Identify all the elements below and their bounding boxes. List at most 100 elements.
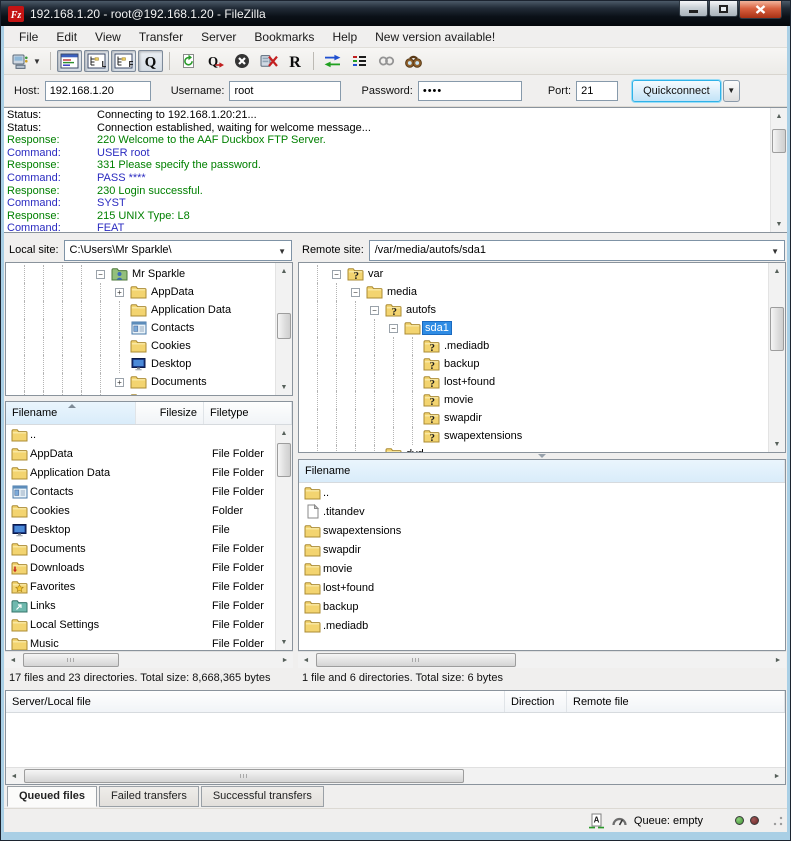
menu-item-view[interactable]: View xyxy=(86,28,130,46)
column-filesize[interactable]: Filesize xyxy=(136,402,204,424)
file-row-backup[interactable]: backup xyxy=(299,597,785,616)
scroll-track[interactable] xyxy=(769,279,785,436)
tree-item-appdata[interactable]: +AppData xyxy=(7,283,275,301)
close-button[interactable] xyxy=(739,1,782,19)
scroll-left-icon[interactable]: ◄ xyxy=(5,652,21,668)
scroll-track[interactable] xyxy=(771,124,787,216)
menu-item-help[interactable]: Help xyxy=(323,28,366,46)
file-row-item[interactable]: .. xyxy=(6,425,275,444)
queue-column-remote-file[interactable]: Remote file xyxy=(567,691,785,712)
maximize-button[interactable] xyxy=(709,1,738,17)
tree-item-mediadb[interactable]: ?.mediadb xyxy=(300,337,768,355)
scroll-down-icon[interactable]: ▼ xyxy=(771,216,787,232)
remote-tree-scrollbar[interactable]: ▲ ▼ xyxy=(768,263,785,452)
toggle-message-log-button[interactable] xyxy=(57,50,82,72)
refresh-button[interactable] xyxy=(176,50,201,72)
local-tree-scrollbar[interactable]: ▲ ▼ xyxy=(275,263,292,395)
chevron-down-icon[interactable]: ▼ xyxy=(771,247,779,256)
file-row-local-settings[interactable]: Local SettingsFile Folder xyxy=(6,615,275,634)
file-row-desktop[interactable]: DesktopFile xyxy=(6,520,275,539)
scroll-track[interactable] xyxy=(21,652,277,668)
tree-item-application-data[interactable]: Application Data xyxy=(7,301,275,319)
password-input[interactable] xyxy=(418,81,522,101)
scroll-right-icon[interactable]: ► xyxy=(277,652,293,668)
file-row-mediadb[interactable]: .mediadb xyxy=(299,616,785,635)
chevron-down-icon[interactable]: ▼ xyxy=(33,57,41,66)
collapse-icon[interactable]: − xyxy=(370,306,379,315)
menu-item-transfer[interactable]: Transfer xyxy=(130,28,192,46)
queue-column-server-local-file[interactable]: Server/Local file xyxy=(6,691,505,712)
file-row-swapextensions[interactable]: swapextensions xyxy=(299,521,785,540)
tree-item-media[interactable]: −media xyxy=(300,283,768,301)
scroll-up-icon[interactable]: ▲ xyxy=(771,108,787,124)
speed-limit-icon[interactable] xyxy=(611,813,628,829)
quickconnect-dropdown[interactable]: ▼ xyxy=(723,80,740,102)
tree-item-swapextensions[interactable]: ?swapextensions xyxy=(300,427,768,445)
menu-item-file[interactable]: File xyxy=(10,28,47,46)
scroll-down-icon[interactable]: ▼ xyxy=(276,634,292,650)
transfer-type-icon[interactable]: A xyxy=(588,813,605,829)
scroll-thumb[interactable] xyxy=(316,653,516,667)
scroll-down-icon[interactable]: ▼ xyxy=(276,379,292,395)
scroll-track[interactable] xyxy=(22,768,769,784)
toggle-queue-button[interactable]: Q xyxy=(138,50,163,72)
queue-column-direction[interactable]: Direction xyxy=(505,691,567,712)
site-manager-button[interactable]: ▼ xyxy=(8,50,44,72)
scroll-thumb[interactable] xyxy=(770,307,784,351)
tree-item-mr-sparkle[interactable]: −Mr Sparkle xyxy=(7,265,275,283)
tree-item-lost-found[interactable]: ?lost+found xyxy=(300,373,768,391)
menu-item-new-version-available[interactable]: New version available! xyxy=(366,28,504,46)
expand-icon[interactable]: + xyxy=(115,378,124,387)
file-row-downloads[interactable]: DownloadsFile Folder xyxy=(6,558,275,577)
file-row-documents[interactable]: DocumentsFile Folder xyxy=(6,539,275,558)
minimize-button[interactable] xyxy=(679,1,708,17)
message-log-scrollbar[interactable]: ▲ ▼ xyxy=(770,108,787,232)
scroll-right-icon[interactable]: ► xyxy=(770,652,786,668)
file-row-titandev[interactable]: .titandev xyxy=(299,502,785,521)
scroll-thumb[interactable] xyxy=(23,653,119,667)
scroll-left-icon[interactable]: ◄ xyxy=(6,768,22,784)
collapse-icon[interactable]: − xyxy=(96,270,105,279)
tab-failed-transfers[interactable]: Failed transfers xyxy=(99,786,199,807)
tree-item-downloads[interactable]: +Downloads xyxy=(7,391,275,395)
menu-item-edit[interactable]: Edit xyxy=(47,28,86,46)
reconnect-button[interactable]: R xyxy=(283,50,307,72)
scroll-up-icon[interactable]: ▲ xyxy=(276,263,292,279)
column-filetype[interactable]: Filetype xyxy=(204,402,292,424)
disconnect-button[interactable] xyxy=(256,50,281,72)
scroll-down-icon[interactable]: ▼ xyxy=(769,436,785,452)
collapse-icon[interactable]: − xyxy=(351,288,360,297)
remote-site-combo[interactable]: /var/media/autofs/sda1 ▼ xyxy=(369,240,785,261)
file-row-links[interactable]: LinksFile Folder xyxy=(6,596,275,615)
collapse-icon[interactable]: − xyxy=(332,270,341,279)
column-filename[interactable]: Filename xyxy=(6,402,136,424)
tree-item-autofs[interactable]: −?autofs xyxy=(300,301,768,319)
quickconnect-button[interactable]: Quickconnect xyxy=(632,80,721,102)
resize-grip[interactable] xyxy=(773,816,783,826)
tree-item-cookies[interactable]: Cookies xyxy=(7,337,275,355)
scroll-right-icon[interactable]: ► xyxy=(769,768,785,784)
column-filename[interactable]: Filename xyxy=(299,460,785,482)
tree-item-swapdir[interactable]: ?swapdir xyxy=(300,409,768,427)
scroll-thumb[interactable] xyxy=(277,443,291,477)
scroll-thumb[interactable] xyxy=(277,313,291,339)
tree-item-documents[interactable]: +Documents xyxy=(7,373,275,391)
directory-listing-filters-button[interactable] xyxy=(347,50,372,72)
scroll-track[interactable] xyxy=(276,441,292,634)
scroll-thumb[interactable] xyxy=(24,769,464,783)
file-row-swapdir[interactable]: swapdir xyxy=(299,540,785,559)
process-queue-button[interactable]: Q xyxy=(203,50,228,72)
tree-item-desktop[interactable]: Desktop xyxy=(7,355,275,373)
toggle-remote-tree-button[interactable]: F xyxy=(111,50,136,72)
tree-item-dvd[interactable]: ?dvd xyxy=(300,445,768,452)
tree-item-backup[interactable]: ?backup xyxy=(300,355,768,373)
file-row-favorites[interactable]: FavoritesFile Folder xyxy=(6,577,275,596)
remote-horizontal-scrollbar[interactable]: ◄ ► xyxy=(298,651,786,668)
synchronized-browsing-button[interactable] xyxy=(374,50,399,72)
scroll-left-icon[interactable]: ◄ xyxy=(298,652,314,668)
file-row-music[interactable]: MusicFile Folder xyxy=(6,634,275,650)
chevron-down-icon[interactable]: ▼ xyxy=(278,247,286,256)
file-row-item[interactable]: .. xyxy=(299,483,785,502)
file-row-application-data[interactable]: Application DataFile Folder xyxy=(6,463,275,482)
scroll-thumb[interactable] xyxy=(772,129,786,153)
